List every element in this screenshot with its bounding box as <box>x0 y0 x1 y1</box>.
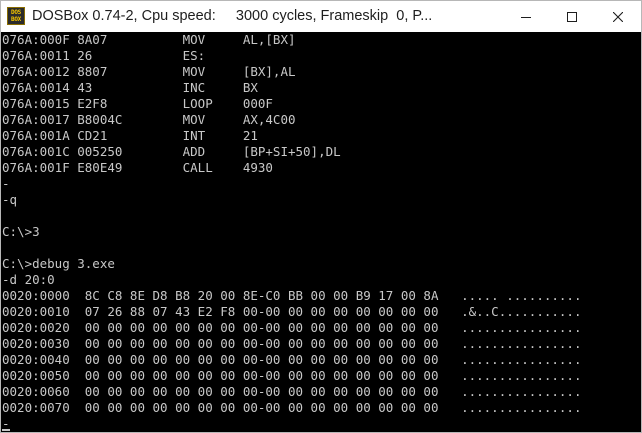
app-icon-text-top: DOS <box>11 9 21 16</box>
close-button[interactable] <box>595 1 641 32</box>
terminal-line: 0020:0000 8C C8 8E D8 B8 20 00 8E-C0 BB … <box>2 288 582 303</box>
terminal-line: 076A:001F E80E49 CALL 4930 <box>2 160 273 175</box>
dosbox-app-icon[interactable]: DOS BOX <box>7 7 25 25</box>
terminal-line: -q <box>2 192 18 207</box>
terminal-line: 076A:001A CD21 INT 21 <box>2 128 258 143</box>
minimize-button[interactable] <box>503 1 549 32</box>
terminal-line: 076A:0015 E2F8 LOOP 000F <box>2 96 273 111</box>
dos-terminal[interactable]: 076A:000F 8A07 MOV AL,[BX] 076A:0011 26 … <box>1 32 641 432</box>
terminal-line: 0020:0030 00 00 00 00 00 00 00 00-00 00 … <box>2 336 582 351</box>
terminal-line: 076A:000F 8A07 MOV AL,[BX] <box>2 32 296 47</box>
text-cursor <box>2 429 10 431</box>
close-icon <box>613 11 623 22</box>
terminal-line: 076A:001C 005250 ADD [BP+SI+50],DL <box>2 144 341 159</box>
terminal-line: 0020:0040 00 00 00 00 00 00 00 00-00 00 … <box>2 352 582 367</box>
window-title: DOSBox 0.74-2, Cpu speed: 3000 cycles, F… <box>32 8 433 24</box>
terminal-line: C:\>debug 3.exe <box>2 256 115 271</box>
terminal-line: 0020:0010 07 26 88 07 43 E2 F8 00-00 00 … <box>2 304 582 319</box>
minimize-icon <box>521 16 531 18</box>
app-icon-text-bottom: BOX <box>11 16 21 23</box>
terminal-line: 0020:0020 00 00 00 00 00 00 00 00-00 00 … <box>2 320 582 335</box>
terminal-line: 0020:0070 00 00 00 00 00 00 00 00-00 00 … <box>2 400 582 415</box>
terminal-line: 0020:0060 00 00 00 00 00 00 00 00-00 00 … <box>2 384 582 399</box>
dosbox-window: DOS BOX DOSBox 0.74-2, Cpu speed: 3000 c… <box>0 0 642 433</box>
terminal-line: 076A:0011 26 ES: <box>2 48 206 63</box>
terminal-line: C:\>3 <box>2 224 40 239</box>
title-bar[interactable]: DOS BOX DOSBox 0.74-2, Cpu speed: 3000 c… <box>1 1 641 32</box>
terminal-line: 076A:0014 43 INC BX <box>2 80 258 95</box>
maximize-button[interactable] <box>549 1 595 32</box>
maximize-icon <box>567 11 577 22</box>
terminal-line: - <box>2 176 10 191</box>
terminal-line: -d 20:0 <box>2 272 55 287</box>
terminal-line: 076A:0017 B8004C MOV AX,4C00 <box>2 112 296 127</box>
terminal-line: 0020:0050 00 00 00 00 00 00 00 00-00 00 … <box>2 368 582 383</box>
terminal-line: 076A:0012 8807 MOV [BX],AL <box>2 64 296 79</box>
